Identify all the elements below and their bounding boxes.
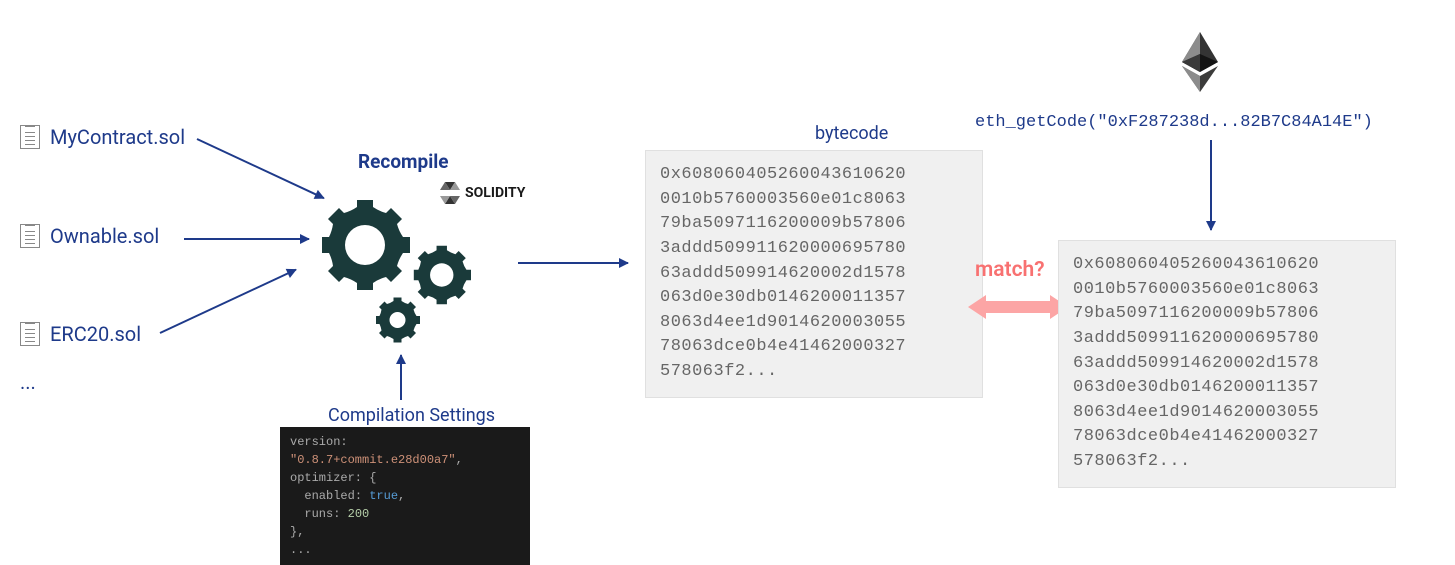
file-item: Ownable.sol	[20, 224, 159, 248]
arrow-line	[184, 238, 309, 240]
onchain-bytecode: 0x608060405260043610620 0010b5760003560e…	[1058, 240, 1396, 488]
files-ellipsis: ...	[20, 370, 36, 394]
file-name: ERC20.sol	[50, 322, 141, 346]
bytecode-label: bytecode	[815, 123, 888, 144]
compilation-settings-code: version: "0.8.7+commit.e28d00a7", optimi…	[280, 427, 530, 565]
double-arrow-icon	[968, 295, 1068, 319]
bytecode-output: 0x608060405260043610620 0010b5760003560e…	[645, 150, 983, 398]
bytecode-text: 0x608060405260043610620 0010b5760003560e…	[660, 165, 906, 381]
file-icon	[20, 224, 40, 248]
file-name: Ownable.sol	[50, 224, 159, 248]
solidity-icon	[440, 180, 460, 206]
file-icon	[20, 322, 40, 346]
eth-getcode-label: eth_getCode("0xF287238d...82B7C84A14E")	[975, 113, 1373, 132]
ethereum-icon	[1180, 32, 1220, 92]
arrow-line	[1210, 140, 1212, 230]
file-name: MyContract.sol	[50, 125, 185, 149]
arrow-line	[400, 355, 402, 400]
compilation-settings-label: Compilation Settings	[328, 405, 495, 426]
arrow-line	[518, 262, 628, 264]
arrow-line	[160, 269, 297, 334]
match-label: match?	[975, 258, 1045, 282]
arrow-line	[197, 138, 325, 199]
file-icon	[20, 125, 40, 149]
file-item: MyContract.sol	[20, 125, 185, 149]
file-item: ERC20.sol	[20, 322, 141, 346]
solidity-text: SOLIDITY	[465, 185, 525, 201]
bytecode-text: 0x608060405260043610620 0010b5760003560e…	[1073, 255, 1319, 471]
solidity-logo: SOLIDITY	[440, 180, 525, 206]
recompile-label: Recompile	[358, 150, 449, 173]
